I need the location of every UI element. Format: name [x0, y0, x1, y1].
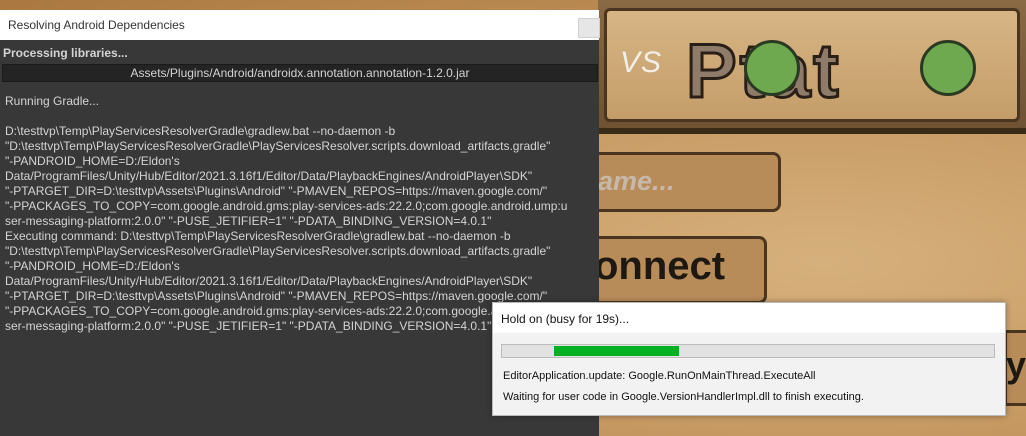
- vs-label: VS: [620, 46, 663, 79]
- potato-face-icon: [920, 40, 976, 96]
- processing-label: Processing libraries...: [3, 46, 128, 60]
- busy-titlebar[interactable]: Hold on (busy for 19s)...: [493, 303, 1005, 333]
- connect-button-label: onnect: [594, 244, 726, 288]
- play-button-label: y: [1006, 344, 1026, 385]
- potato-face-icon: [744, 40, 800, 96]
- progress-fill: [553, 346, 680, 356]
- busy-waiting-line: Waiting for user code in Google.VersionH…: [503, 391, 864, 403]
- progress-bar: [501, 344, 995, 358]
- busy-dialog-title: Hold on (busy for 19s)...: [501, 312, 630, 326]
- resolver-titlebar[interactable]: Resolving Android Dependencies: [0, 10, 600, 40]
- resolver-window-title: Resolving Android Dependencies: [8, 18, 185, 32]
- busy-dialog: Hold on (busy for 19s)... EditorApplicat…: [492, 302, 1006, 416]
- close-button[interactable]: [578, 18, 600, 38]
- current-file-bar: Assets/Plugins/Android/androidx.annotati…: [2, 64, 598, 82]
- current-file-path: Assets/Plugins/Android/androidx.annotati…: [130, 66, 470, 80]
- player-name-placeholder: ame...: [598, 166, 675, 196]
- busy-status-line: EditorApplication.update: Google.RunOnMa…: [503, 370, 816, 382]
- gradle-log-text: Running Gradle... D:\testtvp\Temp\PlaySe…: [5, 94, 568, 333]
